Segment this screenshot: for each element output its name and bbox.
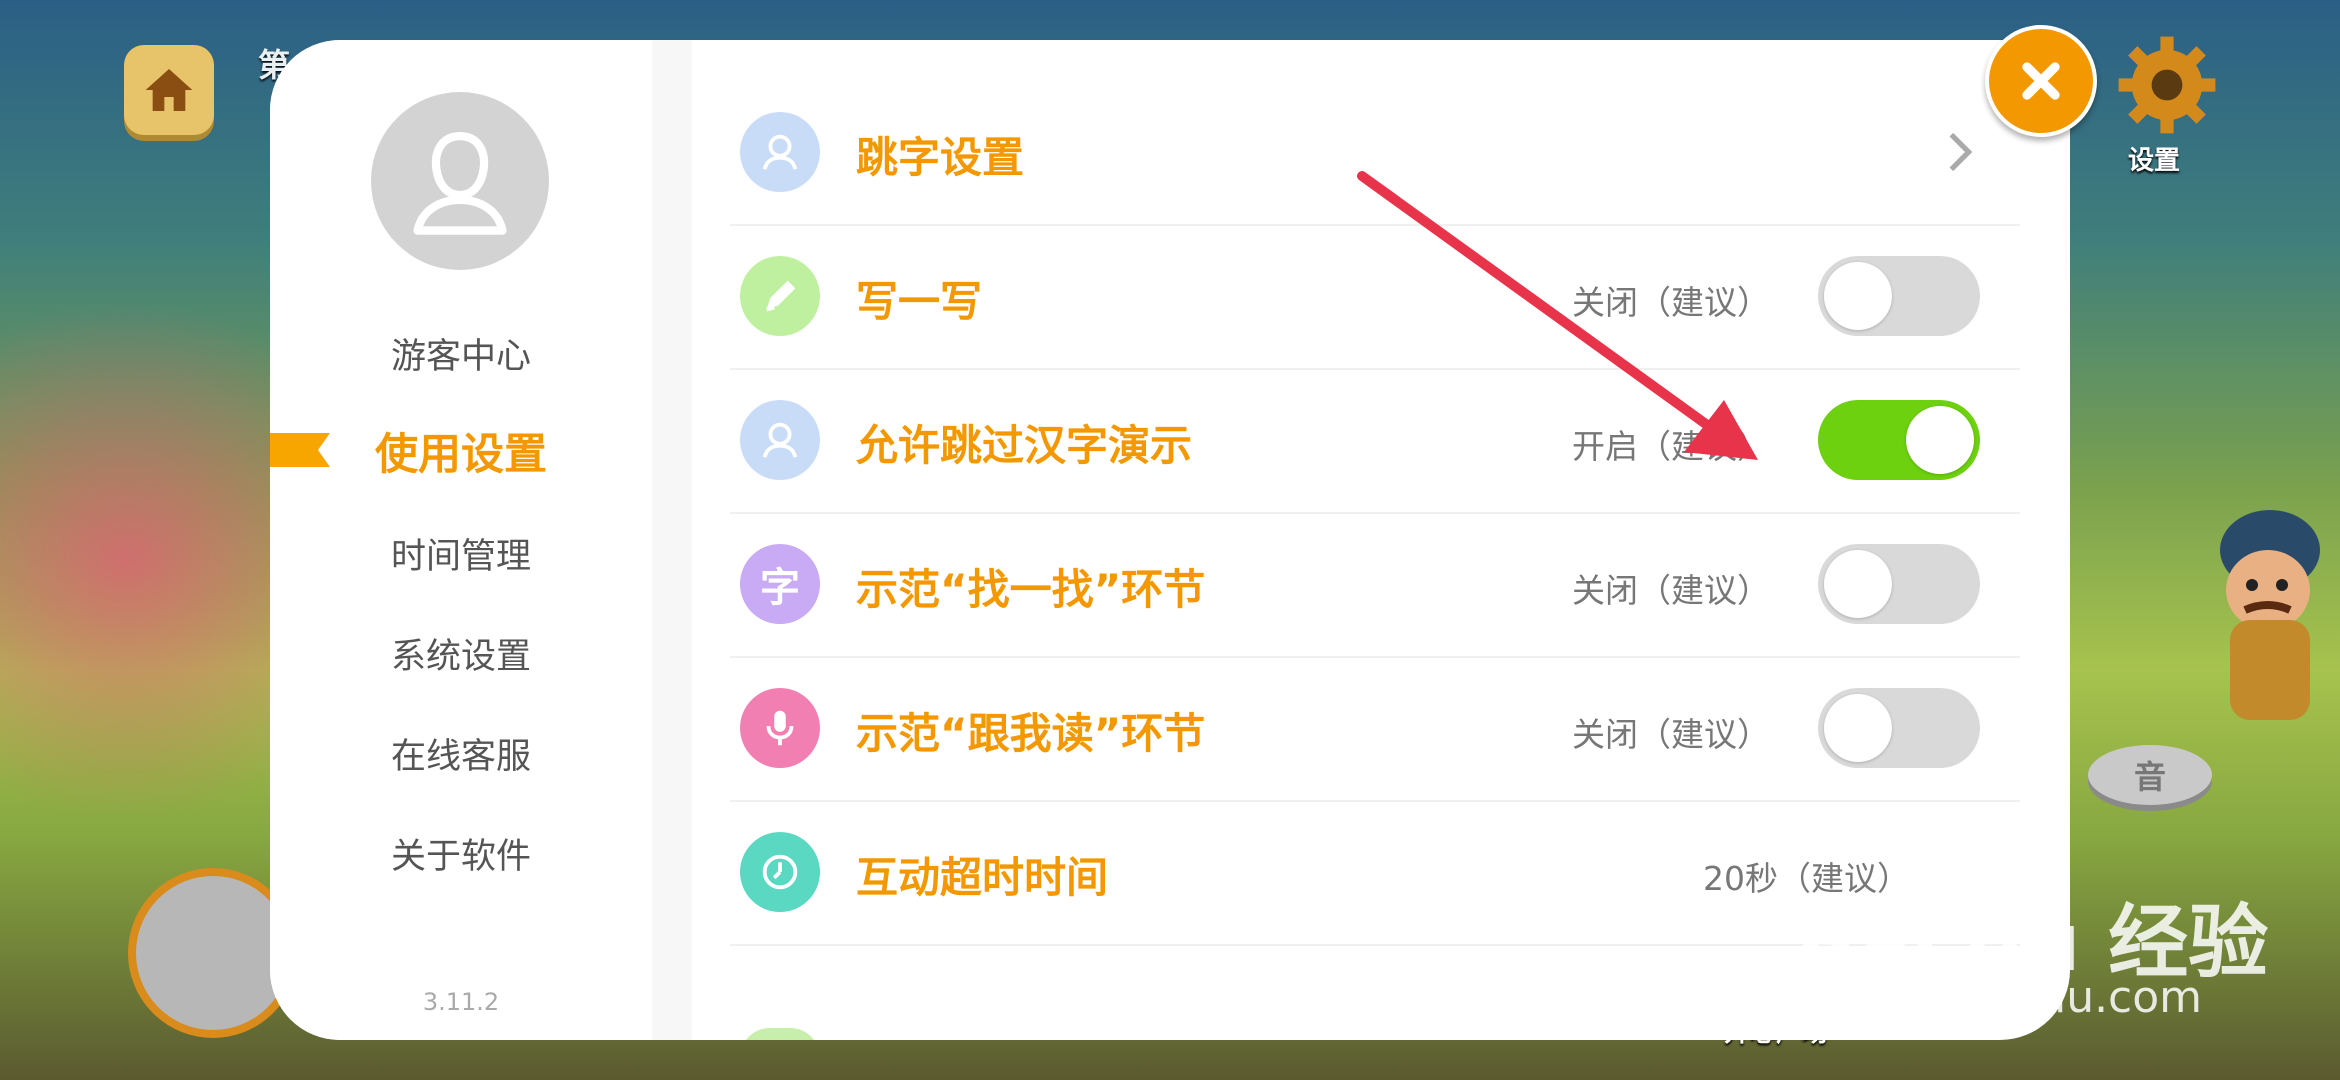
gear-icon[interactable] (2112, 30, 2222, 140)
sidebar-item-usage-settings[interactable]: 使用设置 (270, 420, 652, 482)
setting-row-find-demo: 字 示范“找一找”环节 关闭（建议） (730, 512, 2020, 658)
sidebar-item-online-support[interactable]: 在线客服 (270, 728, 652, 779)
sidebar-item-guest-center[interactable]: 游客中心 (270, 328, 652, 379)
toggle-knob (1824, 550, 1892, 618)
watermark-url: jingyan.baidu.com (1796, 972, 2203, 1023)
sidebar-item-about[interactable]: 关于软件 (270, 828, 652, 879)
write-toggle[interactable] (1818, 256, 1980, 336)
sidebar-item-system-settings[interactable]: 系统设置 (270, 628, 652, 679)
home-button[interactable] (124, 45, 214, 135)
setting-title: 允许跳过汉字演示 (856, 421, 1193, 470)
skip-demo-toggle[interactable] (1818, 400, 1980, 480)
settings-sidebar: 游客中心 使用设置 时间管理 系统设置 在线客服 关于软件 3.11.2 (270, 40, 652, 1040)
chevron-right-icon[interactable] (1940, 126, 1980, 178)
setting-status: 关闭（建议） (1572, 715, 1770, 754)
user-icon (740, 400, 820, 480)
close-button[interactable] (1985, 25, 2097, 137)
home-icon (145, 69, 193, 111)
settings-label: 设置 (2128, 146, 2181, 176)
user-icon (740, 112, 820, 192)
user-avatar[interactable] (371, 92, 549, 270)
cartoon-character (2220, 510, 2320, 720)
setting-status: 关闭（建议） (1572, 571, 1770, 610)
setting-title: 示范“找一找”环节 (856, 565, 1206, 614)
clock-icon (740, 832, 820, 912)
sidebar-divider (652, 40, 692, 1040)
setting-title: 写一写 (856, 277, 983, 326)
toggle-knob (1824, 694, 1892, 762)
version-label: 3.11.2 (422, 988, 500, 1016)
zi-icon: 字 (740, 544, 820, 624)
sound-button[interactable]: 音 (2088, 745, 2212, 805)
setting-title: 跳字设置 (856, 133, 1025, 182)
close-icon (2022, 62, 2060, 100)
read-demo-toggle[interactable] (1818, 688, 1980, 768)
setting-title: 示范“跟我读”环节 (856, 709, 1206, 758)
setting-row-read-demo: 示范“跟我读”环节 关闭（建议） (730, 656, 2020, 802)
toggle-knob (1906, 406, 1974, 474)
sidebar-item-time-management[interactable]: 时间管理 (270, 528, 652, 579)
annotation-arrow (1357, 171, 1758, 460)
pen-icon (740, 256, 820, 336)
partial-next-row-icon (740, 1028, 820, 1040)
setting-title: 互动超时时间 (856, 853, 1109, 902)
microphone-icon (740, 688, 820, 768)
toggle-knob (1824, 262, 1892, 330)
find-demo-toggle[interactable] (1818, 544, 1980, 624)
user-silhouette-icon (413, 132, 507, 235)
